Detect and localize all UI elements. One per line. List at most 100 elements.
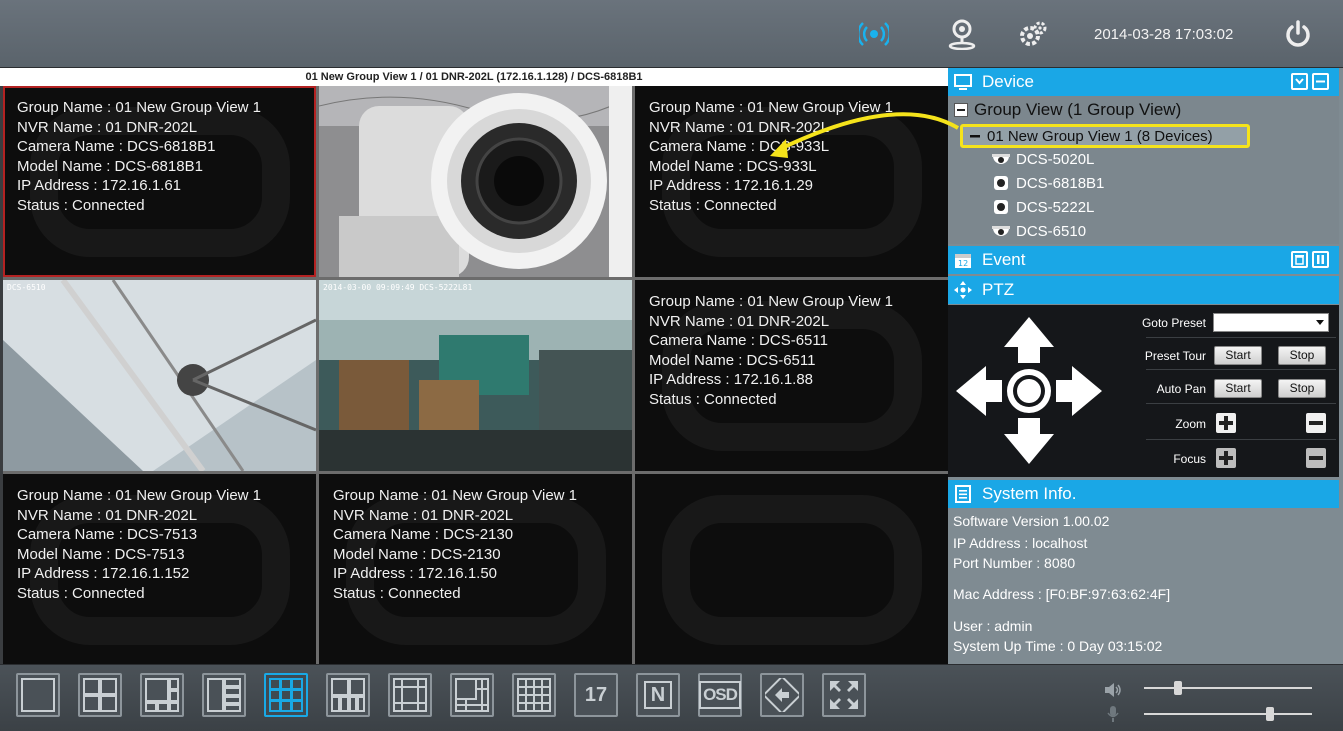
camera-info: Group Name : 01 New Group View 1 NVR Name… bbox=[17, 99, 262, 214]
layout-4-icon bbox=[83, 678, 117, 712]
layout-n-button[interactable]: N bbox=[636, 673, 680, 717]
camera-grid: Group Name : 01 New Group View 1 NVR Name… bbox=[3, 86, 948, 665]
mac-address: Mac Address : [F0:BF:97:63:62:4F] bbox=[953, 586, 1171, 602]
camera-info: Group Name : 01 New Group View 1 NVR Name… bbox=[649, 99, 894, 214]
nvr-live-view-app: 2014-03-28 17:03:02 01 New Group View 1 … bbox=[0, 0, 1343, 731]
video-title: 01 New Group View 1 / 01 DNR-202L (172.1… bbox=[0, 68, 948, 86]
document-icon bbox=[955, 485, 971, 503]
camera-cell[interactable]: Group Name : 01 New Group View 1 NVR Name… bbox=[3, 474, 316, 665]
map-location-icon[interactable] bbox=[946, 18, 978, 50]
layout-9-icon bbox=[269, 678, 303, 712]
dome-camera-icon bbox=[992, 154, 1010, 164]
preset-tour-start-button[interactable]: Start bbox=[1214, 346, 1262, 365]
microphone-slider[interactable] bbox=[1144, 713, 1312, 715]
expand-all-icon[interactable] bbox=[1291, 73, 1308, 90]
device-item[interactable]: DCS-6818B1 bbox=[990, 174, 1104, 192]
top-bar: 2014-03-28 17:03:02 bbox=[0, 0, 1343, 68]
layout-10-button[interactable] bbox=[326, 673, 370, 717]
camera-feed-image: DCS-6510 bbox=[3, 280, 316, 471]
camera-cell[interactable]: Group Name : 01 New Group View 1 NVR Name… bbox=[3, 86, 316, 277]
box-camera-icon bbox=[994, 176, 1008, 190]
collapse-all-icon[interactable] bbox=[1312, 73, 1329, 90]
camera-overlay-text: 2014-03-00 09:09:49 DCS-5222L81 bbox=[323, 283, 472, 292]
layout-1-button[interactable] bbox=[16, 673, 60, 717]
camera-feed-image: 2014-03-00 09:09:49 DCS-5222L81 bbox=[319, 280, 632, 471]
port-number: Port Number : 8080 bbox=[953, 555, 1076, 571]
collapse-dash-icon bbox=[970, 135, 980, 138]
device-item[interactable]: DCS-5222L bbox=[990, 198, 1094, 216]
device-item[interactable]: DCS-6510 bbox=[990, 222, 1086, 240]
system-info: Software Version 1.00.02 IP Address : lo… bbox=[948, 510, 1339, 664]
pause-icon[interactable] bbox=[1312, 251, 1329, 268]
sequence-button[interactable] bbox=[760, 673, 804, 717]
microphone-icon[interactable] bbox=[1106, 705, 1120, 723]
device-item[interactable]: DCS-5020L bbox=[990, 150, 1094, 168]
monitor-icon bbox=[954, 74, 972, 90]
settings-icon[interactable] bbox=[1018, 18, 1050, 50]
volume-slider[interactable] bbox=[1144, 687, 1312, 689]
zoom-label: Zoom bbox=[1175, 417, 1206, 431]
collapse-toggle-icon[interactable] bbox=[954, 103, 968, 117]
auto-pan-label: Auto Pan bbox=[1156, 382, 1206, 396]
ptz-move-icon bbox=[954, 281, 972, 299]
layout-17-button[interactable]: 17 bbox=[574, 673, 618, 717]
osd-button[interactable]: OSD bbox=[698, 673, 742, 717]
tree-group-item-selected[interactable]: 01 New Group View 1 (8 Devices) bbox=[960, 124, 1250, 148]
tree-group-view[interactable]: Group View (1 Group View) bbox=[954, 100, 1181, 120]
ptz-down-icon[interactable] bbox=[1004, 418, 1054, 464]
svg-text:12: 12 bbox=[958, 259, 968, 268]
zoom-out-icon[interactable] bbox=[1306, 413, 1326, 433]
preset-tour-label: Preset Tour bbox=[1144, 349, 1206, 363]
layout-4-button[interactable] bbox=[78, 673, 122, 717]
power-icon[interactable] bbox=[1282, 18, 1314, 50]
camera-overlay-text: DCS-6510 bbox=[7, 283, 46, 292]
camera-cell[interactable]: DCS-6510 bbox=[3, 280, 316, 471]
layout-6-button[interactable] bbox=[140, 673, 184, 717]
ptz-right-icon[interactable] bbox=[1056, 366, 1102, 416]
fullscreen-button[interactable] bbox=[822, 673, 866, 717]
layout-9-button[interactable] bbox=[264, 673, 308, 717]
ptz-up-icon[interactable] bbox=[1004, 317, 1054, 363]
sysinfo-section-header[interactable]: System Info. bbox=[948, 480, 1339, 508]
layout-13-button[interactable] bbox=[388, 673, 432, 717]
annotation-arrow-icon bbox=[770, 112, 960, 158]
camera-info: Group Name : 01 New Group View 1 NVR Name… bbox=[649, 293, 894, 408]
delete-icon[interactable] bbox=[1291, 251, 1308, 268]
focus-label: Focus bbox=[1173, 452, 1206, 466]
volume-slider-handle[interactable] bbox=[1173, 681, 1182, 695]
camera-info: Group Name : 01 New Group View 1 NVR Name… bbox=[17, 487, 262, 602]
camera-cell-empty[interactable] bbox=[635, 474, 948, 665]
layout-1-icon bbox=[21, 678, 55, 712]
device-header-label: Device bbox=[982, 72, 1034, 91]
layout-14-button[interactable] bbox=[450, 673, 494, 717]
auto-pan-start-button[interactable]: Start bbox=[1214, 379, 1262, 398]
ptz-section-header[interactable]: PTZ bbox=[948, 276, 1339, 304]
system-uptime: System Up Time : 0 Day 03:15:02 bbox=[953, 638, 1163, 654]
layout-10-icon bbox=[331, 678, 365, 712]
event-header-label: Event bbox=[982, 250, 1026, 269]
speaker-icon[interactable] bbox=[1104, 682, 1122, 698]
software-version: Software Version 1.00.02 bbox=[953, 513, 1110, 529]
layout-8-button[interactable] bbox=[202, 673, 246, 717]
focus-near-icon[interactable] bbox=[1216, 448, 1236, 468]
ptz-left-icon[interactable] bbox=[956, 366, 1002, 416]
event-section-header[interactable]: 12 Event bbox=[948, 246, 1339, 274]
camera-info: Group Name : 01 New Group View 1 NVR Name… bbox=[333, 487, 578, 602]
microphone-slider-handle[interactable] bbox=[1266, 707, 1274, 721]
ptz-header-label: PTZ bbox=[982, 280, 1015, 299]
side-panel: Device Group View (1 Group View) 01 New … bbox=[770, 68, 1343, 664]
device-section-header[interactable]: Device bbox=[948, 68, 1339, 96]
goto-preset-select[interactable] bbox=[1213, 313, 1329, 332]
camera-cell[interactable]: 2014-03-00 09:09:49 DCS-5222L81 bbox=[319, 280, 632, 471]
camera-cell[interactable]: Group Name : 01 New Group View 1 NVR Name… bbox=[635, 280, 948, 471]
camera-cell[interactable] bbox=[319, 86, 632, 277]
zoom-in-icon[interactable] bbox=[1216, 413, 1236, 433]
auto-pan-stop-button[interactable]: Stop bbox=[1278, 379, 1326, 398]
camera-cell[interactable]: Group Name : 01 New Group View 1 NVR Name… bbox=[319, 474, 632, 665]
preset-tour-stop-button[interactable]: Stop bbox=[1278, 346, 1326, 365]
focus-far-icon[interactable] bbox=[1306, 448, 1326, 468]
dome-camera-icon bbox=[992, 226, 1010, 236]
live-view-icon[interactable] bbox=[858, 18, 890, 50]
layout-16-button[interactable] bbox=[512, 673, 556, 717]
layout-13-icon bbox=[393, 678, 427, 712]
